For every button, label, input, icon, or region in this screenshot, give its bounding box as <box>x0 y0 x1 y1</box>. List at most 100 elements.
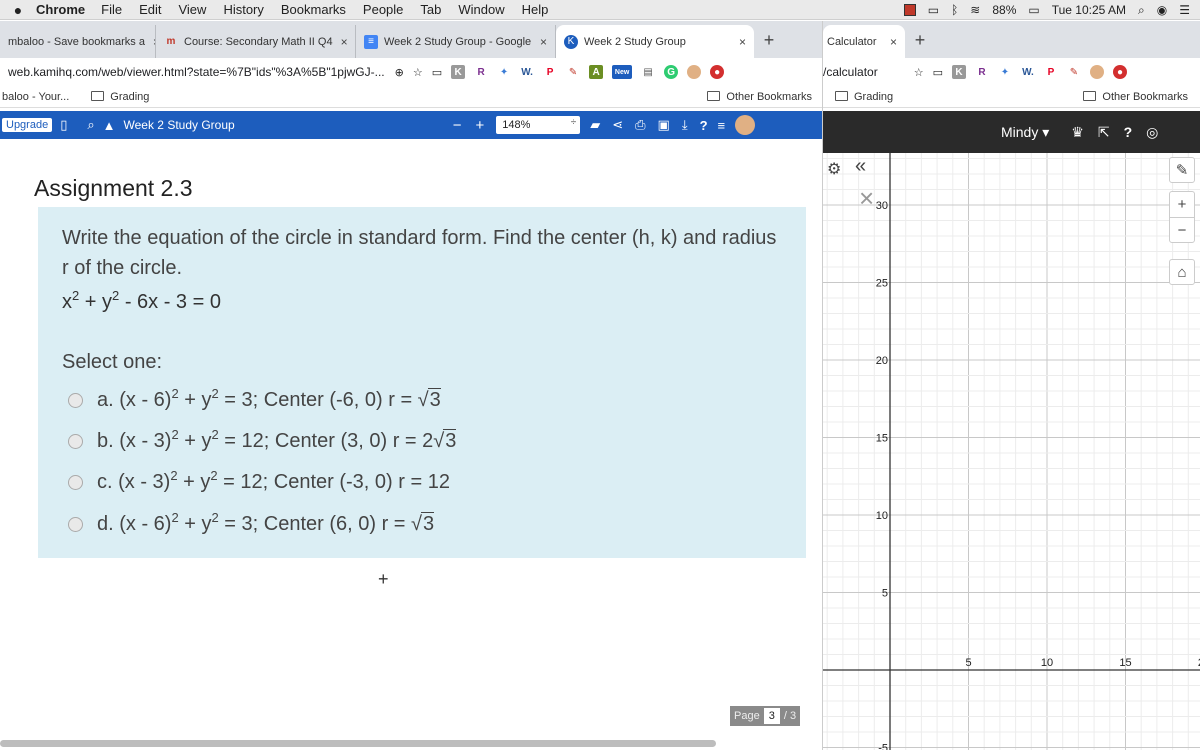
radio-button[interactable] <box>68 474 83 490</box>
user-avatar[interactable] <box>735 115 756 135</box>
menu-edit[interactable]: Edit <box>139 2 161 17</box>
option-c[interactable]: c. (x - 3)2 + y2 = 12; Center (-3, 0) r … <box>68 467 450 497</box>
airplay-icon[interactable]: ▭ <box>928 3 939 17</box>
tab-kami-active[interactable]: K Week 2 Study Group × <box>556 25 754 58</box>
close-icon[interactable]: × <box>145 35 155 49</box>
star-icon[interactable]: ☆ <box>413 66 423 79</box>
ext-k-icon[interactable]: K <box>451 65 466 79</box>
ext-red-icon[interactable]: ● <box>710 65 725 79</box>
ext-r-icon[interactable]: R <box>975 65 989 79</box>
open-folder-icon[interactable]: ▰ <box>590 117 600 133</box>
record-icon[interactable] <box>903 4 916 16</box>
menu-tab[interactable]: Tab <box>420 2 441 17</box>
menu-help[interactable]: Help <box>522 2 549 17</box>
apple-icon[interactable]: ● <box>0 2 36 18</box>
graph-paper[interactable]: 510152030252015105-5 ⚙ « × ✎ + − ⌂ <box>823 153 1200 750</box>
other-bookmarks[interactable]: Other Bookmarks <box>1083 90 1188 103</box>
menu-history[interactable]: History <box>223 2 263 17</box>
radio-button[interactable] <box>68 433 83 449</box>
bookmark-symbaloo[interactable]: baloo - Your... <box>2 91 69 103</box>
other-bookmarks[interactable]: Other Bookmarks <box>707 90 812 103</box>
close-icon[interactable]: × <box>882 35 897 49</box>
share-icon[interactable]: ⇱ <box>1098 124 1110 141</box>
new-badge-icon[interactable]: New <box>612 65 633 79</box>
ext-doc-icon[interactable]: ▤ <box>641 65 655 79</box>
graph-grid[interactable]: 510152030252015105-5 <box>823 153 1200 750</box>
wrench-icon[interactable]: ✎ <box>1169 157 1195 183</box>
menu-app-name[interactable]: Chrome <box>36 2 85 17</box>
trophy-icon[interactable]: ♛ <box>1071 124 1084 141</box>
siri-icon[interactable]: ◉ <box>1157 3 1167 17</box>
ext-w-icon[interactable]: W. <box>1021 65 1035 79</box>
menu-icon[interactable]: ≡ <box>718 118 726 133</box>
bluetooth-icon[interactable]: ᛒ <box>951 3 958 17</box>
new-tab-button[interactable]: + <box>905 25 935 58</box>
tab-symbaloo[interactable]: mbaloo - Save bookmarks a × <box>0 25 156 58</box>
save-icon[interactable]: ▣ <box>658 117 670 133</box>
share-icon[interactable]: ⋖ <box>612 117 623 133</box>
ext-w-icon[interactable]: W. <box>520 65 534 79</box>
cast-icon[interactable]: ▭ <box>432 66 442 79</box>
star-icon[interactable]: ☆ <box>914 66 924 79</box>
menu-people[interactable]: People <box>363 2 403 17</box>
profile-avatar[interactable] <box>1089 65 1104 79</box>
horizontal-scrollbar[interactable] <box>0 740 716 747</box>
tab-google-doc[interactable]: ≡ Week 2 Study Group - Google × <box>356 25 556 58</box>
clock[interactable]: Tue 10:25 AM <box>1052 3 1126 17</box>
add-icon[interactable]: ⊕ <box>395 66 404 79</box>
url-field[interactable]: /calculator <box>823 65 878 79</box>
wifi-icon[interactable]: ≋ <box>970 3 980 17</box>
pen-icon[interactable]: ✎ <box>566 65 580 79</box>
grammarly-icon[interactable]: G <box>664 65 679 79</box>
pinterest-icon[interactable]: P <box>543 65 557 79</box>
pen-icon[interactable]: ✎ <box>1067 65 1081 79</box>
ext-puzzle-icon[interactable]: ✦ <box>998 65 1012 79</box>
menu-bookmarks[interactable]: Bookmarks <box>281 2 346 17</box>
ext-red-icon[interactable]: ● <box>1112 65 1127 79</box>
help-icon[interactable]: ? <box>1124 124 1133 140</box>
notification-center-icon[interactable]: ☰ <box>1179 3 1190 17</box>
home-icon[interactable]: ⌂ <box>1169 259 1195 285</box>
tab-course[interactable]: m Course: Secondary Math II Q4 × <box>156 25 356 58</box>
close-icon[interactable]: × <box>859 183 874 214</box>
menu-window[interactable]: Window <box>458 2 504 17</box>
url-field[interactable]: web.kamihq.com/web/viewer.html?state=%7B… <box>0 65 385 79</box>
zoom-out-button[interactable]: − <box>1169 217 1195 243</box>
ext-r-icon[interactable]: R <box>474 65 488 79</box>
close-icon[interactable]: × <box>333 35 348 49</box>
option-d[interactable]: d. (x - 6)2 + y2 = 3; Center (6, 0) r = … <box>68 509 435 539</box>
search-icon[interactable]: ⌕ <box>87 117 94 133</box>
print-icon[interactable]: ⎙ <box>635 117 645 133</box>
zoom-out-button[interactable]: − <box>453 117 462 134</box>
upgrade-button[interactable]: Upgrade <box>2 118 53 132</box>
bookmark-grading[interactable]: Grading <box>835 90 893 103</box>
sidebar-toggle-icon[interactable]: ▯ <box>60 117 67 133</box>
radio-button[interactable] <box>68 392 83 408</box>
zoom-in-button[interactable]: + <box>475 117 484 134</box>
ext-k-icon[interactable]: K <box>951 65 966 79</box>
pinterest-icon[interactable]: P <box>1044 65 1058 79</box>
radio-button[interactable] <box>68 516 83 532</box>
page-indicator[interactable]: Page 3 / 3 <box>730 706 801 726</box>
ext-puzzle-icon[interactable]: ✦ <box>497 65 511 79</box>
collapse-expressions-button[interactable]: « <box>855 155 866 178</box>
help-icon[interactable]: ? <box>700 118 708 133</box>
menu-file[interactable]: File <box>101 2 122 17</box>
globe-icon[interactable]: ◎ <box>1146 124 1158 141</box>
menu-view[interactable]: View <box>178 2 206 17</box>
page-number-input[interactable]: 3 <box>763 708 780 724</box>
battery-percent[interactable]: 88% <box>992 3 1016 17</box>
bookmark-grading[interactable]: Grading <box>91 90 149 103</box>
profile-avatar[interactable] <box>687 65 702 79</box>
close-icon[interactable]: × <box>731 35 746 49</box>
settings-gear-icon[interactable]: ⚙ <box>827 159 841 179</box>
option-b[interactable]: b. (x - 3)2 + y2 = 12; Center (3, 0) r =… <box>68 426 457 456</box>
user-menu[interactable]: Mindy ▾ <box>1001 124 1049 141</box>
tab-calculator[interactable]: Calculator × <box>823 25 905 58</box>
zoom-in-button[interactable]: + <box>1169 191 1195 217</box>
cast-icon[interactable]: ▭ <box>933 66 943 79</box>
new-tab-button[interactable]: + <box>754 25 784 58</box>
spotlight-icon[interactable]: ⌕ <box>1138 3 1145 18</box>
ext-green-icon[interactable]: A <box>589 65 604 79</box>
close-icon[interactable]: × <box>532 35 547 49</box>
